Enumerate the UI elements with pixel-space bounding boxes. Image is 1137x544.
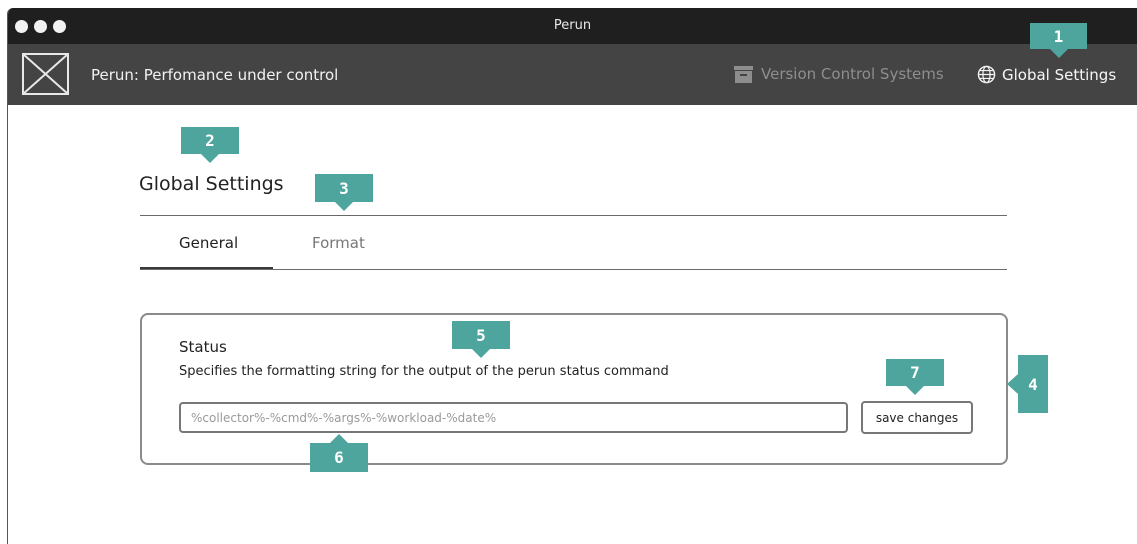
status-heading: Status bbox=[179, 338, 227, 356]
nav-label: Global Settings bbox=[1002, 65, 1117, 84]
callout-badge: 3 bbox=[315, 174, 373, 202]
status-settings-card: Status Specifies the formatting string f… bbox=[140, 313, 1008, 465]
app-window: Perun Perun: Perfomance under control Ve… bbox=[7, 8, 1137, 544]
window-title: Perun bbox=[553, 18, 592, 33]
logo-placeholder-icon bbox=[22, 53, 69, 95]
tab-general[interactable]: General bbox=[179, 234, 238, 252]
callout-badge: 6 bbox=[310, 443, 368, 472]
status-format-input[interactable] bbox=[179, 402, 848, 433]
nav-label: Version Control Systems bbox=[761, 65, 944, 83]
title-divider bbox=[140, 215, 1007, 216]
archive-icon bbox=[734, 65, 753, 83]
title-bar: Perun bbox=[8, 8, 1137, 44]
callout-badge: 2 bbox=[181, 127, 239, 154]
nav-global-settings[interactable]: Global Settings bbox=[977, 65, 1116, 84]
callout-badge: 4 bbox=[1018, 355, 1048, 413]
save-changes-button[interactable]: save changes bbox=[861, 401, 973, 434]
app-title: Perun: Perfomance under control bbox=[91, 66, 339, 84]
callout-badge: 5 bbox=[452, 321, 510, 349]
tabs-divider bbox=[140, 269, 1007, 270]
page-title: Global Settings bbox=[139, 173, 284, 195]
nav-version-control-systems[interactable]: Version Control Systems bbox=[734, 65, 944, 83]
callout-badge: 7 bbox=[886, 359, 944, 386]
status-description: Specifies the formatting string for the … bbox=[179, 364, 669, 379]
globe-icon bbox=[977, 65, 996, 84]
tab-format[interactable]: Format bbox=[312, 234, 365, 252]
callout-badge: 1 bbox=[1030, 23, 1087, 49]
app-header: Perun: Perfomance under control Version … bbox=[8, 44, 1137, 105]
